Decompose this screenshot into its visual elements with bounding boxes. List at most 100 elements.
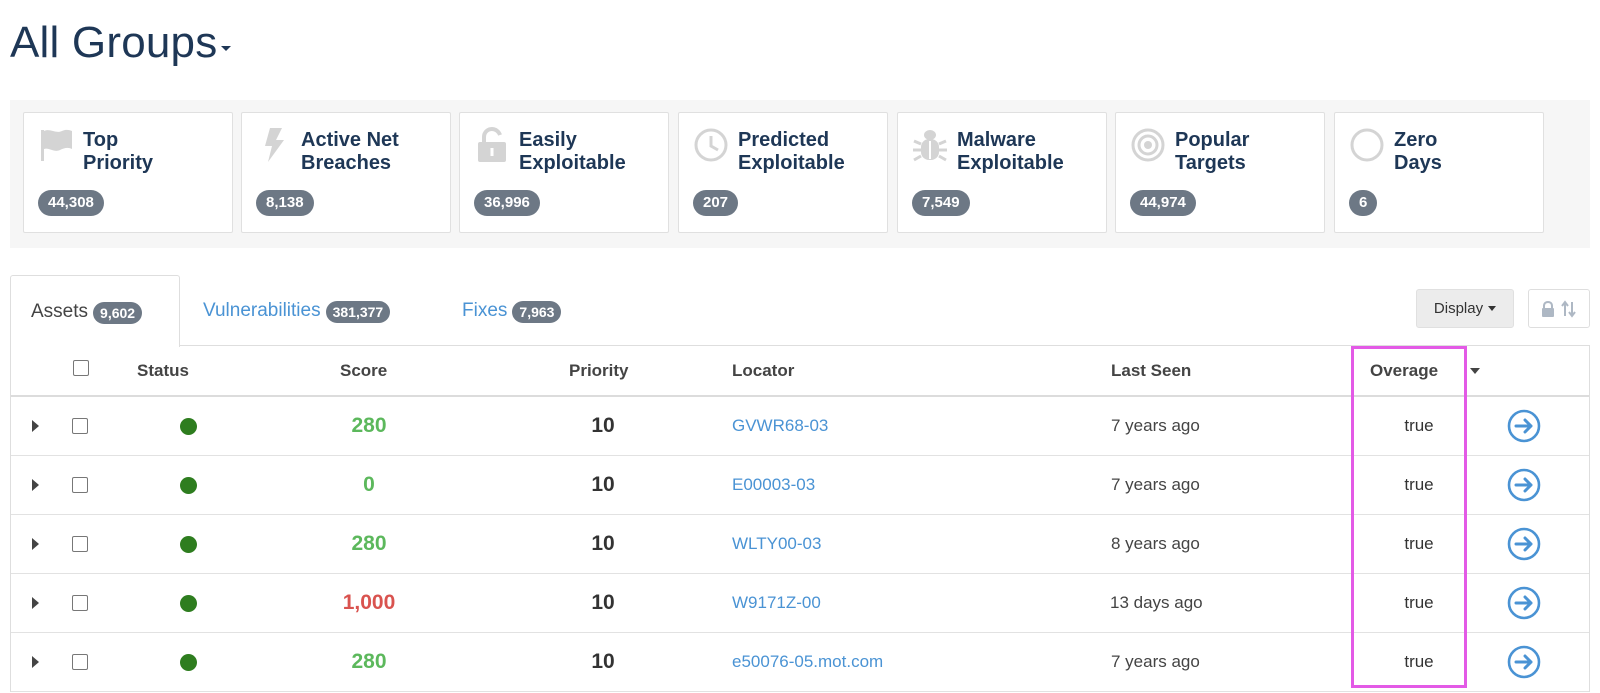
tab-vulnerabilities[interactable]: Vulnerabilities 381,377	[203, 275, 391, 346]
tab-label: Assets	[31, 300, 89, 322]
arrow-right-circle-icon[interactable]	[1507, 633, 1541, 691]
table-row[interactable]: 280 10 GVWR68-03 7 years ago true	[11, 397, 1589, 456]
unlock-icon	[474, 127, 510, 163]
row-checkbox[interactable]	[72, 397, 88, 455]
column-menu-chevron-down-icon[interactable]	[1470, 368, 1480, 374]
chevron-down-icon[interactable]	[221, 45, 232, 51]
header-locator[interactable]: Locator	[732, 346, 794, 395]
overage-value: true	[1404, 475, 1434, 494]
locator-link[interactable]: GVWR68-03	[732, 397, 828, 455]
locator-link[interactable]: W9171Z-00	[732, 574, 821, 632]
count-badge: 207	[693, 190, 739, 216]
count-badge: 8,138	[256, 190, 314, 216]
clock-icon	[693, 127, 729, 163]
tab-label: Vulnerabilities	[203, 299, 321, 321]
count-badge: 6	[1349, 190, 1378, 216]
lock-icon	[1542, 300, 1554, 317]
table-row[interactable]: 280 10 WLTY00-03 8 years ago true	[11, 515, 1589, 574]
summary-cards: Top Priority 44,308 Active Net Breaches …	[10, 100, 1590, 248]
arrow-right-circle-icon[interactable]	[1507, 397, 1541, 455]
card-popular-targets[interactable]: Popular Targets 44,974	[1115, 112, 1325, 233]
score-value: 280	[351, 532, 387, 555]
header-last-seen[interactable]: Last Seen	[1111, 346, 1191, 395]
last-seen-value: 7 years ago	[1111, 416, 1200, 435]
score-value: 1,000	[342, 591, 396, 614]
table-row[interactable]: 1,000 10 W9171Z-00 13 days ago true	[11, 574, 1589, 633]
last-seen-value: 7 years ago	[1111, 475, 1200, 494]
table-row[interactable]: 0 10 E00003-03 7 years ago true	[11, 456, 1589, 515]
locator-link[interactable]: E00003-03	[732, 456, 815, 514]
tab-bar: Assets 9,602 Vulnerabilities 381,377 Fix…	[10, 275, 1590, 347]
flag-icon	[38, 127, 74, 163]
last-seen-value: 13 days ago	[1110, 593, 1203, 612]
priority-value: 10	[591, 532, 615, 555]
card-active-net-breaches[interactable]: Active Net Breaches 8,138	[241, 112, 451, 233]
circle-icon	[1349, 127, 1385, 163]
header-score[interactable]: Score	[340, 346, 387, 395]
overage-value: true	[1404, 534, 1434, 553]
status-dot	[180, 397, 197, 455]
status-dot	[180, 456, 197, 514]
table-row[interactable]: 280 10 e50076-05.mot.com 7 years ago tru…	[11, 633, 1589, 692]
card-label: Easily Exploitable	[519, 129, 626, 174]
select-all-checkbox[interactable]	[73, 360, 89, 380]
score-value: 280	[351, 414, 387, 437]
tab-label: Fixes	[462, 299, 508, 321]
arrow-right-circle-icon[interactable]	[1507, 574, 1541, 632]
last-seen-value: 7 years ago	[1111, 652, 1200, 671]
priority-value: 10	[591, 591, 615, 614]
chevron-down-icon	[1488, 306, 1497, 311]
card-label: Top Priority	[83, 129, 154, 174]
count-badge: 44,974	[1130, 190, 1196, 216]
row-checkbox[interactable]	[72, 633, 88, 691]
expand-caret-icon[interactable]	[32, 397, 39, 455]
row-checkbox[interactable]	[72, 515, 88, 573]
expand-caret-icon[interactable]	[32, 456, 39, 514]
last-seen-value: 8 years ago	[1111, 534, 1200, 553]
card-top-priority[interactable]: Top Priority 44,308	[23, 112, 233, 233]
overage-value: true	[1404, 652, 1434, 671]
arrow-right-circle-icon[interactable]	[1507, 456, 1541, 514]
card-malware-exploitable[interactable]: Malware Exploitable 7,549	[897, 112, 1107, 233]
lightning-icon	[256, 127, 292, 163]
card-label: Malware Exploitable	[957, 129, 1064, 174]
locator-link[interactable]: e50076-05.mot.com	[732, 633, 883, 691]
page-title-text: All Groups	[10, 18, 218, 67]
sort-icon	[1561, 299, 1576, 318]
card-predicted-exploitable[interactable]: Predicted Exploitable 207	[678, 112, 888, 233]
status-dot	[180, 633, 197, 691]
page-title[interactable]: All Groups	[10, 18, 232, 68]
score-value: 280	[351, 650, 387, 673]
count-badge: 9,602	[93, 301, 143, 324]
bug-icon	[912, 127, 948, 163]
display-dropdown-button[interactable]: Display	[1416, 289, 1514, 328]
row-checkbox[interactable]	[72, 574, 88, 632]
overage-value: true	[1404, 593, 1434, 612]
expand-caret-icon[interactable]	[32, 574, 39, 632]
expand-caret-icon[interactable]	[32, 515, 39, 573]
score-value: 0	[363, 473, 375, 496]
card-label: Popular Targets	[1175, 129, 1250, 174]
locator-link[interactable]: WLTY00-03	[732, 515, 821, 573]
tab-fixes[interactable]: Fixes 7,963	[462, 275, 562, 346]
count-badge: 381,377	[325, 300, 391, 323]
arrow-right-circle-icon[interactable]	[1507, 515, 1541, 573]
count-badge: 44,308	[38, 190, 104, 216]
card-easily-exploitable[interactable]: Easily Exploitable 36,996	[459, 112, 669, 233]
card-zero-days[interactable]: Zero Days 6	[1334, 112, 1544, 233]
card-label: Zero Days	[1394, 129, 1442, 174]
tab-assets[interactable]: Assets 9,602	[10, 275, 180, 347]
status-dot	[180, 574, 197, 632]
card-label: Active Net Breaches	[301, 129, 399, 174]
card-label: Predicted Exploitable	[738, 129, 845, 174]
header-priority[interactable]: Priority	[569, 346, 629, 395]
priority-value: 10	[591, 473, 615, 496]
target-icon	[1130, 127, 1166, 163]
header-status[interactable]: Status	[137, 346, 189, 395]
expand-caret-icon[interactable]	[32, 633, 39, 691]
lock-sort-button[interactable]	[1528, 289, 1590, 328]
header-overage[interactable]: Overage	[1370, 346, 1438, 395]
table-header: Status Score Priority Locator Last Seen …	[11, 346, 1589, 397]
row-checkbox[interactable]	[72, 456, 88, 514]
assets-table: Status Score Priority Locator Last Seen …	[10, 345, 1590, 692]
